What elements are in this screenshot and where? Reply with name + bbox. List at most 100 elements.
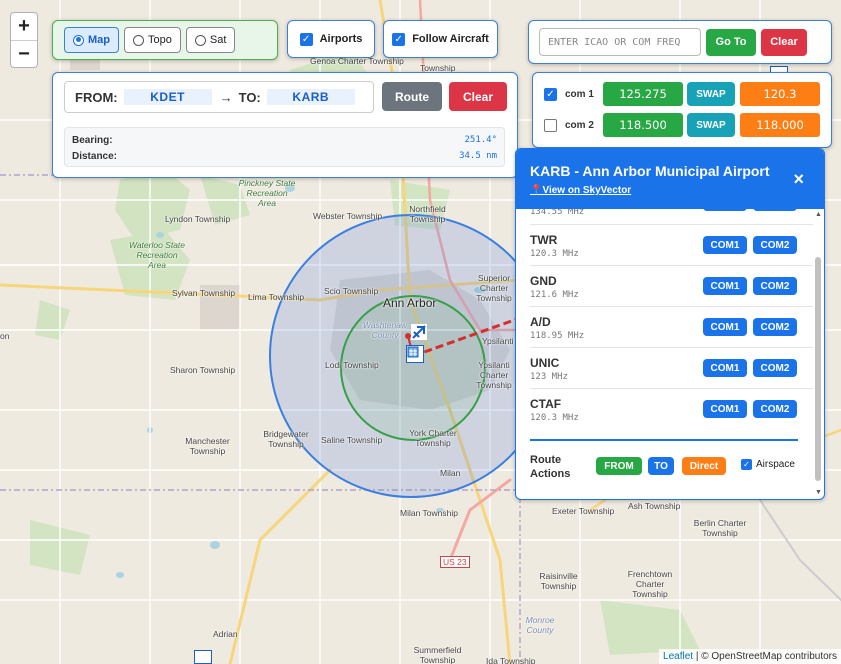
com2-standby-freq[interactable]: 118.000 — [740, 113, 820, 137]
com2-button[interactable]: COM2 — [753, 400, 797, 418]
map-label: Raisinville Township — [539, 571, 578, 591]
map-label: Bridgewater Township — [263, 429, 309, 449]
com2-row: com 2 118.500 SWAP 118.000 — [544, 112, 820, 138]
leaflet-link[interactable]: Leaflet — [663, 651, 693, 662]
layer-map-label: Map — [88, 34, 110, 46]
from-field[interactable]: KDET — [123, 89, 212, 105]
direct-button[interactable]: Direct — [682, 457, 726, 475]
map-label: Webster Township — [313, 211, 383, 221]
radio-icon — [194, 34, 206, 46]
distance-label: Distance: — [72, 151, 118, 162]
com1-swap-button[interactable]: SWAP — [687, 82, 735, 106]
map-label: Adrian — [213, 629, 238, 639]
skyvector-link-label: View on SkyVector — [542, 185, 632, 196]
scroll-down-icon[interactable]: ▼ — [815, 489, 822, 496]
freq-value: 120.3 MHz — [530, 249, 579, 259]
com1-button[interactable]: COM1 — [703, 400, 747, 418]
to-label: TO: — [238, 89, 261, 105]
airport-popup: KARB - Ann Arbor Municipal Airport 📍View… — [515, 148, 825, 500]
scroll-thumb[interactable] — [815, 257, 821, 481]
map-label: on — [0, 331, 10, 341]
layer-switcher: Map Topo Sat — [52, 20, 278, 60]
com1-button[interactable]: COM1 — [703, 318, 747, 336]
layer-topo-label: Topo — [148, 34, 172, 46]
freq-row-ctaf: CTAF 120.3 MHz COM1 COM2 — [530, 389, 813, 430]
route-button[interactable]: Route — [382, 82, 442, 111]
map-label: Superior Charter Township — [476, 273, 512, 303]
map-label: Frenchtown Charter Township — [627, 569, 673, 599]
distance-value: 34.5 nm — [459, 151, 497, 161]
map-label: Lodi Township — [325, 360, 379, 370]
com1-button[interactable]: COM1 — [703, 277, 747, 295]
route-info: Bearing: 251.4° Distance: 34.5 nm — [64, 127, 505, 167]
com2-button[interactable]: COM2 — [753, 359, 797, 377]
com2-checkbox[interactable] — [544, 118, 557, 132]
map-label: Summerfield Township — [413, 645, 462, 664]
airports-toggle[interactable]: ✓ Airports — [287, 20, 375, 58]
to-field[interactable]: KARB — [266, 89, 355, 105]
layer-topo-button[interactable]: Topo — [124, 27, 181, 53]
freq-row-gnd: GND 121.6 MHz COM1 COM2 — [530, 266, 813, 307]
route-actions-label: Route Actions — [530, 454, 571, 480]
layer-map-button[interactable]: Map — [64, 27, 119, 53]
com1-button[interactable]: COM1 — [703, 359, 747, 377]
map-label: Pinckney State Recreation Area — [238, 178, 296, 208]
zoom-out-button[interactable]: − — [11, 40, 37, 67]
radio-icon — [73, 34, 84, 46]
freq-name: A/D — [530, 315, 551, 329]
airports-checkbox[interactable]: ✓ — [299, 32, 313, 46]
com2-button[interactable]: COM2 — [753, 236, 797, 254]
map-label: Ash Township — [628, 501, 681, 511]
map-attribution: Leaflet | © OpenStreetMap contributors — [659, 649, 841, 664]
com2-label: com 2 — [565, 119, 594, 131]
aircraft-icon[interactable] — [411, 324, 427, 340]
bearing-label: Bearing: — [72, 135, 113, 146]
freq-value: 121.6 MHz — [530, 290, 579, 300]
search-input[interactable] — [539, 28, 701, 56]
close-icon[interactable]: × — [793, 169, 804, 190]
com2-swap-button[interactable]: SWAP — [687, 113, 735, 137]
freq-value: 123 MHz — [530, 372, 568, 382]
freq-row-twr: TWR 120.3 MHz COM1 COM2 — [530, 225, 813, 266]
com1-row: ✓ com 1 125.275 SWAP 120.3 — [544, 81, 820, 107]
map-label: Sharon Township — [170, 365, 236, 375]
go-to-button[interactable]: Go To — [706, 28, 756, 56]
com-radio-panel: ✓ com 1 125.275 SWAP 120.3 com 2 118.500… — [532, 72, 832, 148]
follow-aircraft-toggle[interactable]: ✓ Follow Aircraft — [383, 20, 498, 58]
com1-standby-freq[interactable]: 120.3 — [740, 82, 820, 106]
map-label: Milan — [440, 468, 461, 478]
airport-marker-karb[interactable] — [406, 345, 424, 363]
com1-active-freq[interactable]: 125.275 — [603, 82, 683, 106]
airspace-checkbox[interactable]: ✓ — [741, 459, 752, 470]
freq-name: UNIC — [530, 356, 560, 370]
com2-button[interactable]: COM2 — [753, 318, 797, 336]
follow-checkbox[interactable]: ✓ — [392, 32, 406, 46]
route-clear-button[interactable]: Clear — [449, 82, 507, 111]
skyvector-link[interactable]: 📍View on SkyVector — [530, 185, 631, 196]
com1-checkbox[interactable]: ✓ — [544, 87, 557, 101]
popup-title: KARB - Ann Arbor Municipal Airport — [530, 163, 770, 179]
radio-icon — [133, 34, 144, 46]
set-to-button[interactable]: TO — [648, 457, 674, 475]
map-label: Monroe County — [525, 615, 555, 635]
airport-marker-adrian[interactable] — [194, 650, 212, 664]
search-clear-button[interactable]: Clear — [761, 28, 807, 56]
map-label: York Charter Township — [409, 428, 457, 448]
com1-button[interactable]: COM1 — [703, 236, 747, 254]
map-label: Ida Township — [486, 656, 536, 664]
map-label: Scio Township — [324, 286, 379, 296]
com2-active-freq[interactable]: 118.500 — [603, 113, 683, 137]
zoom-in-button[interactable]: + — [11, 13, 37, 40]
airspace-toggle[interactable]: ✓ Airspace — [741, 459, 795, 470]
com2-button[interactable]: COM2 — [753, 277, 797, 295]
set-from-button[interactable]: FROM — [596, 457, 642, 475]
freq-name: CTAF — [530, 397, 562, 411]
follow-label: Follow Aircraft — [412, 33, 489, 45]
scroll-up-icon[interactable]: ▲ — [815, 211, 822, 218]
layer-sat-button[interactable]: Sat — [185, 27, 236, 53]
map-label: Washtenaw County — [362, 320, 408, 340]
from-label: FROM: — [75, 89, 118, 105]
popup-scrollbar[interactable]: ▲ ▼ — [814, 211, 822, 496]
map-label: Milan Township — [400, 508, 458, 518]
freq-value: 118.95 MHz — [530, 331, 585, 341]
